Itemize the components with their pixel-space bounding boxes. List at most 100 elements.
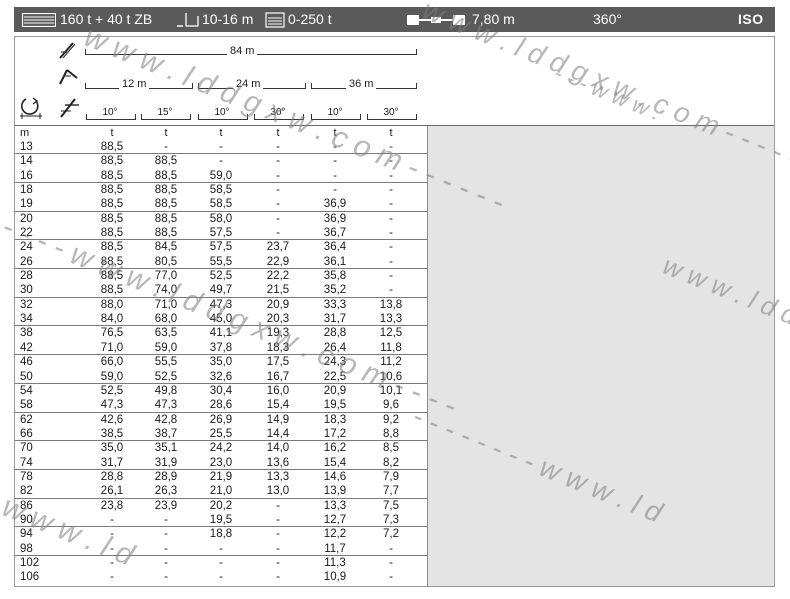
table-row: 86 23,8 23,9 20,2 - 13,3 7,5 — [15, 499, 427, 513]
cell-jib-36m-30: - — [389, 270, 393, 283]
cell-jib-36m-30: 13,3 — [379, 313, 403, 326]
cell-jib-12m-10: 31,7 — [100, 456, 124, 469]
table-row: 26 88,5 80,5 55,5 22,9 36,1 - — [15, 255, 427, 270]
table-row: 50 59,0 52,5 32,6 16,7 22,5 10,6 — [15, 370, 427, 384]
cell-jib-24m-10: 23,0 — [209, 456, 233, 469]
cell-jib-24m-30: - — [276, 542, 280, 555]
jib-angle-12m-10: 10° — [102, 107, 118, 118]
cell-jib-24m-10: 20,2 — [209, 499, 233, 512]
table-row: 22 88,5 88,5 57,5 - 36,7 - — [15, 226, 427, 241]
cell-jib-36m-10: 14,6 — [323, 470, 347, 483]
table-row: 18 88,5 88,5 58,5 - - - — [15, 183, 427, 197]
cell-jib-12m-10: 88,5 — [100, 141, 124, 153]
cell-jib-24m-10: 58,5 — [209, 184, 233, 197]
cell-jib-12m-15: 42,8 — [154, 413, 178, 426]
cell-jib-36m-30: - — [389, 169, 393, 182]
table-row: 66 38,5 38,7 25,5 14,4 17,2 8,8 — [15, 427, 427, 442]
cell-jib-24m-30: 20,3 — [266, 313, 290, 326]
main-boom-length: 84 m — [227, 45, 258, 57]
cell-jib-36m-10: 10,9 — [323, 571, 347, 584]
cell-jib-24m-10: 49,7 — [209, 284, 233, 297]
cell-jib-12m-15: 38,7 — [154, 427, 178, 440]
cell-jib-36m-30: 7,3 — [383, 513, 399, 526]
norm-label: ISO — [738, 11, 764, 27]
cell-jib-24m-30: - — [276, 571, 280, 584]
cell-jib-12m-10: 26,1 — [100, 485, 124, 498]
cell-radius: 22 — [20, 227, 33, 240]
cell-jib-12m-15: - — [164, 528, 168, 541]
cell-jib-36m-10: 22,5 — [323, 370, 347, 383]
superlift-weight-icon — [265, 12, 285, 28]
table-row: 30 88,5 74,0 49,7 21,5 35,2 - — [15, 283, 427, 298]
superlift-radius-icon — [177, 13, 199, 27]
cell-radius: 82 — [20, 485, 33, 498]
jib-angle-icon — [60, 98, 79, 118]
cell-radius: 13 — [20, 141, 33, 153]
cell-jib-36m-10: 13,3 — [323, 499, 347, 512]
table-row: 78 28,8 28,9 21,9 13,3 14,6 7,9 — [15, 470, 427, 484]
table-row: 82 26,1 26,3 21,0 13,0 13,9 7,7 — [15, 484, 427, 499]
cell-jib-12m-10: 28,8 — [100, 470, 124, 483]
cell-jib-12m-15: - — [164, 571, 168, 584]
table-row: 14 88,5 88,5 - - - - — [15, 154, 427, 168]
cell-jib-36m-30: 10,1 — [379, 384, 403, 397]
cell-jib-24m-30: - — [276, 155, 280, 168]
track-width-icon — [407, 15, 465, 25]
cell-jib-24m-30: 23,7 — [266, 241, 290, 254]
jib-length-36m: 36 m — [346, 78, 377, 90]
cell-jib-12m-15: - — [164, 542, 168, 555]
cell-jib-24m-10: - — [219, 542, 223, 555]
cell-jib-36m-10: 20,9 — [323, 384, 347, 397]
cell-jib-36m-30: - — [389, 141, 393, 153]
cell-jib-12m-15: 80,5 — [154, 255, 178, 268]
cell-radius: 19 — [20, 198, 33, 211]
cell-jib-12m-10: 88,5 — [100, 155, 124, 168]
cell-jib-24m-10: 35,0 — [209, 356, 233, 369]
cell-radius: 14 — [20, 155, 33, 168]
cell-jib-36m-10: 26,4 — [323, 341, 347, 354]
cell-jib-12m-10: - — [110, 556, 114, 569]
cell-radius: 20 — [20, 212, 33, 225]
cell-jib-12m-10: - — [110, 571, 114, 584]
cell-jib-12m-15: 23,9 — [154, 499, 178, 512]
table-row: 54 52,5 49,8 30,4 16,0 20,9 10,1 — [15, 384, 427, 398]
cell-jib-36m-10: 15,4 — [323, 456, 347, 469]
cell-jib-24m-10: 25,5 — [209, 427, 233, 440]
cell-jib-12m-15: 52,5 — [154, 370, 178, 383]
unit-t: t — [389, 127, 393, 139]
jib-length-12m: 12 m — [119, 78, 150, 90]
cell-jib-36m-30: - — [389, 241, 393, 254]
cell-jib-24m-10: - — [219, 155, 223, 168]
cell-jib-12m-10: 88,5 — [100, 198, 124, 211]
header-bar: 160 t + 40 t ZB 10-16 m 0-250 t 7,80 m 3… — [14, 7, 775, 32]
cell-jib-12m-15: 88,5 — [154, 169, 178, 182]
cell-jib-12m-15: 71,0 — [154, 298, 178, 311]
cell-jib-12m-10: 88,5 — [100, 284, 124, 297]
cell-jib-36m-10: 13,9 — [323, 485, 347, 498]
jib-angle-36m-30: 30° — [383, 107, 399, 118]
cell-jib-36m-10: 24,3 — [323, 356, 347, 369]
cell-jib-36m-10: 18,3 — [323, 413, 347, 426]
cell-jib-12m-15: 88,5 — [154, 184, 178, 197]
cell-jib-36m-10: 36,7 — [323, 227, 347, 240]
track-width-value: 7,80 m — [472, 11, 515, 27]
cell-jib-12m-15: 35,1 — [154, 442, 178, 455]
cell-jib-36m-30: 8,2 — [383, 456, 399, 469]
cell-jib-36m-30: 8,5 — [383, 442, 399, 455]
cell-jib-12m-15: 88,5 — [154, 212, 178, 225]
cell-jib-24m-30: - — [276, 169, 280, 182]
slewing-range-icon — [20, 97, 42, 119]
cell-radius: 98 — [20, 542, 33, 555]
cell-radius: 62 — [20, 413, 33, 426]
cell-jib-12m-10: 84,0 — [100, 313, 124, 326]
cell-jib-12m-10: 88,5 — [100, 255, 124, 268]
cell-jib-24m-30: 19,3 — [266, 327, 290, 340]
table-row: 62 42,6 42,8 26,9 14,9 18,3 9,2 — [15, 413, 427, 427]
cell-jib-12m-10: 88,5 — [100, 212, 124, 225]
cell-jib-36m-10: 31,7 — [323, 313, 347, 326]
cell-jib-12m-15: 26,3 — [154, 485, 178, 498]
cell-jib-12m-15: - — [164, 556, 168, 569]
cell-jib-24m-30: 15,4 — [266, 399, 290, 412]
unit-t: t — [164, 127, 168, 139]
table-row: 19 88,5 88,5 58,5 - 36,9 - — [15, 197, 427, 212]
